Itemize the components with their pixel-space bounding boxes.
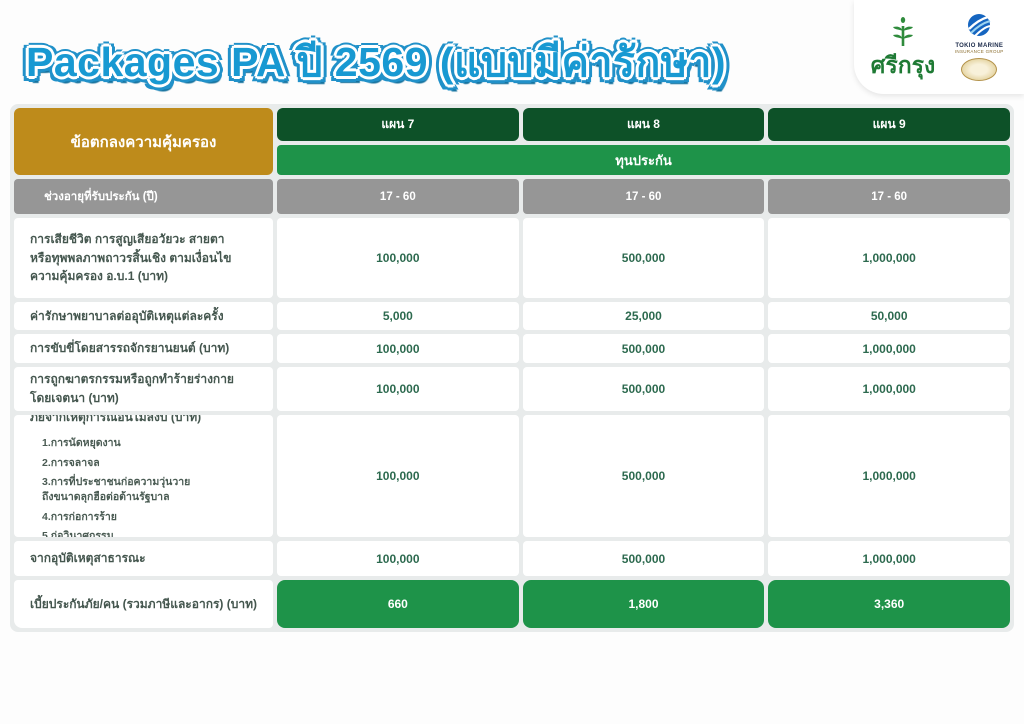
age-range-label: ช่วงอายุที่รับประกัน (ปี)	[14, 179, 273, 214]
unrest-heading: ภัยจากเหตุการณ์อันไม่สงบ (บาท)	[30, 415, 201, 427]
coverage-label-death: การเสียชีวิต การสูญเสียอวัยวะ สายตา หรือ…	[14, 218, 273, 298]
value-motorcycle-plan8: 500,000	[523, 334, 765, 363]
value-public-plan8: 500,000	[523, 541, 765, 576]
plan-header-8: แผน 8	[523, 108, 765, 141]
logo-box: ศรีกรุง TOKIO MARINE INSURANCE GROUP	[854, 0, 1024, 94]
srikrung-name: ศรีกรุง	[871, 54, 935, 77]
sprout-icon	[889, 17, 917, 52]
corner-header: ข้อตกลงความคุ้มครอง	[14, 108, 273, 175]
age-range-plan7: 17 - 60	[277, 179, 519, 214]
gold-emblem-icon	[961, 58, 997, 81]
value-death-plan9: 1,000,000	[768, 218, 1010, 298]
tokio-marine-logo: TOKIO MARINE INSURANCE GROUP	[951, 13, 1007, 81]
page: Packages PA ปี 2569 (แบบมีค่ารักษา) ศรีก…	[0, 0, 1024, 724]
value-motorcycle-plan7: 100,000	[277, 334, 519, 363]
premium-plan7: 660	[277, 580, 519, 628]
age-range-plan9: 17 - 60	[768, 179, 1010, 214]
page-title: Packages PA ปี 2569 (แบบมีค่ารักษา)	[26, 30, 726, 95]
coverage-label-motorcycle: การขับขี่โดยสารรถจักรยานยนต์ (บาท)	[14, 334, 273, 363]
value-murder-plan9: 1,000,000	[768, 367, 1010, 411]
value-murder-plan8: 500,000	[523, 367, 765, 411]
value-unrest-plan8: 500,000	[523, 415, 765, 537]
value-public-plan7: 100,000	[277, 541, 519, 576]
coverage-label-unrest: ภัยจากเหตุการณ์อันไม่สงบ (บาท) 1.การนัดห…	[14, 415, 273, 537]
coverage-label-medical: ค่ารักษาพยาบาลต่ออุบัติเหตุแต่ละครั้ง	[14, 302, 273, 330]
age-range-plan8: 17 - 60	[523, 179, 765, 214]
unrest-item-5: 5.ก่อวินาศกรรม	[30, 529, 114, 537]
plan-header-9: แผน 9	[768, 108, 1010, 141]
value-medical-plan9: 50,000	[768, 302, 1010, 330]
premium-label: เบี้ยประกันภัย/คน (รวมภาษีและอากร) (บาท)	[14, 580, 273, 628]
sum-insured-bar: ทุนประกัน	[277, 145, 1010, 175]
packages-table: ข้อตกลงความคุ้มครอง แผน 7 แผน 8 แผน 9 ทุ…	[10, 104, 1014, 632]
srikrung-logo: ศรีกรุง	[871, 17, 935, 77]
tokio-globe-icon	[967, 13, 991, 42]
packages-grid: ข้อตกลงความคุ้มครอง แผน 7 แผน 8 แผน 9 ทุ…	[14, 108, 1010, 628]
unrest-item-3: 3.การที่ประชาชนก่อความวุ่นวาย ถึงขนาดลุก…	[30, 475, 190, 504]
coverage-label-public-accident: จากอุบัติเหตุสาธารณะ	[14, 541, 273, 576]
unrest-item-4: 4.การก่อการร้าย	[30, 510, 117, 525]
value-public-plan9: 1,000,000	[768, 541, 1010, 576]
plan-header-7: แผน 7	[277, 108, 519, 141]
value-medical-plan8: 25,000	[523, 302, 765, 330]
value-death-plan7: 100,000	[277, 218, 519, 298]
value-unrest-plan9: 1,000,000	[768, 415, 1010, 537]
value-death-plan8: 500,000	[523, 218, 765, 298]
unrest-item-2: 2.การจลาจล	[30, 456, 100, 471]
value-murder-plan7: 100,000	[277, 367, 519, 411]
coverage-label-murder: การถูกฆาตรกรรมหรือถูกทำร้ายร่างกาย โดยเจ…	[14, 367, 273, 411]
premium-plan9: 3,360	[768, 580, 1010, 628]
tokio-subtitle: INSURANCE GROUP	[955, 49, 1004, 54]
value-motorcycle-plan9: 1,000,000	[768, 334, 1010, 363]
value-medical-plan7: 5,000	[277, 302, 519, 330]
premium-plan8: 1,800	[523, 580, 765, 628]
value-unrest-plan7: 100,000	[277, 415, 519, 537]
unrest-item-1: 1.การนัดหยุดงาน	[30, 436, 121, 451]
